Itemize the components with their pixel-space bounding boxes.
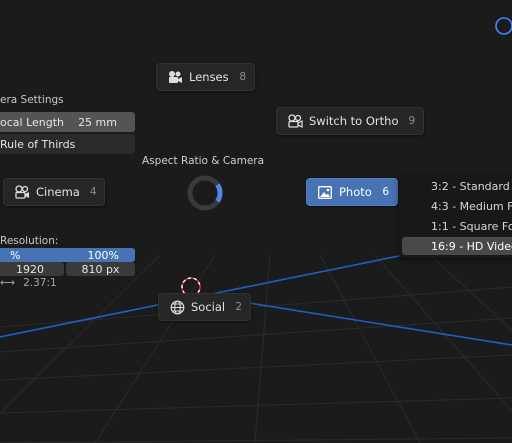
resolution-height-value: 810 px [81,262,120,276]
menu-item-1-1-square-format[interactable]: 1:1 - Square Fo [402,217,512,235]
cinema-hotkey: 4 [89,186,97,198]
focal-length-field[interactable]: ocal Length 25 mm [0,112,135,132]
photo-hotkey: 6 [382,186,389,198]
menu-item-label: 3:2 - Standard [431,179,510,193]
social-hotkey: 2 [235,301,242,313]
menu-item-label: 16:9 - HD Video [431,239,512,253]
resolution-percent-value: 100% [87,248,119,262]
focal-length-value: 25 mm [78,115,117,129]
resolution-width-field[interactable]: 1920 [0,262,64,276]
resolution-width-value: 1920 [16,262,44,276]
resolution-percent-label: % [10,248,21,262]
menu-item-16-9-hd-video[interactable]: 16:9 - HD Video [402,237,512,255]
switch-to-ortho-button[interactable]: Switch to Ortho 9 [276,107,424,135]
resolution-label: Resolution: [0,235,59,247]
photo-label: Photo [339,185,372,199]
camera-icon [167,69,183,85]
cinema-label: Cinema [36,185,80,199]
navigation-gizmo-icon[interactable] [492,14,512,38]
cinema-button[interactable]: Cinema 4 [3,178,105,206]
globe-icon [169,299,185,315]
lenses-label: Lenses [189,70,229,84]
ortho-camera-icon [287,113,303,129]
photo-aspect-menu: 3:2 - Standard 4:3 - Medium Fo 1:1 - Squ… [399,174,512,258]
lenses-button[interactable]: Lenses 8 [156,63,255,91]
resolution-percent-slider[interactable]: % 100% [0,248,135,262]
resolution-height-field[interactable]: 810 px [66,262,135,276]
social-button[interactable]: Social 2 [158,293,251,321]
camera-settings-header: era Settings [0,94,64,106]
social-label: Social [191,300,226,314]
composition-guide-value: Rule of Thirds [0,137,76,151]
menu-item-4-3-medium-format[interactable]: 4:3 - Medium Fo [402,197,512,215]
menu-item-3-2-standard[interactable]: 3:2 - Standard [402,177,512,195]
switch-to-ortho-label: Switch to Ortho [309,114,399,128]
lenses-hotkey: 8 [239,71,246,83]
image-icon [317,184,333,200]
aspect-ratio-readout: ⟷ 2.37:1 [0,277,57,289]
aspect-ratio-value: 2.37:1 [23,277,57,289]
menu-item-label: 4:3 - Medium Fo [431,199,512,213]
pie-direction-indicator [187,175,223,211]
menu-item-label: 1:1 - Square Fo [431,219,512,233]
swap-arrows-icon: ⟷ [0,277,16,289]
cinema-camera-icon [14,184,30,200]
photo-button[interactable]: Photo 6 [306,178,398,206]
pie-menu-title: Aspect Ratio & Camera [142,155,265,167]
focal-length-label: ocal Length [0,115,65,129]
composition-guide-dropdown[interactable]: Rule of Thirds [0,134,135,154]
switch-to-ortho-hotkey: 9 [408,115,416,127]
